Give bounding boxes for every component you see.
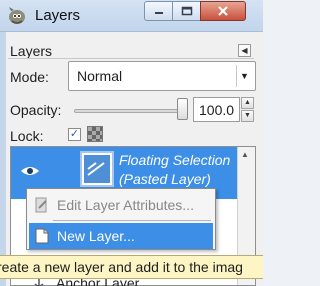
- tooltip-text: reate a new layer and add it to the imag: [0, 259, 243, 275]
- opacity-value: 100.0: [199, 102, 235, 118]
- eye-icon[interactable]: [20, 165, 40, 177]
- anchor-icon: [34, 279, 44, 286]
- maximize-icon: [181, 6, 192, 16]
- layer-thumbnail: [80, 151, 114, 187]
- lock-pixels-checkbox[interactable]: ✓: [68, 128, 81, 141]
- opacity-decrement-button[interactable]: ▼: [241, 110, 254, 122]
- edit-layer-icon: [35, 197, 47, 213]
- gimp-app-icon: [9, 7, 25, 24]
- menu-item-label: New Layer...: [57, 228, 135, 244]
- mode-value: Normal: [77, 68, 123, 84]
- arrow-down-icon: ▼: [244, 112, 251, 119]
- panel-tab-label: Layers: [10, 43, 53, 59]
- minimize-icon: [154, 12, 163, 14]
- opacity-input[interactable]: 100.0: [193, 97, 240, 122]
- menu-item-edit-layer-attributes[interactable]: Edit Layer Attributes...: [29, 192, 213, 218]
- divider: [8, 58, 254, 59]
- maximize-button[interactable]: [172, 1, 201, 21]
- menu-item-new-layer[interactable]: New Layer...: [29, 223, 213, 249]
- opacity-slider-thumb[interactable]: [177, 98, 188, 120]
- new-layer-icon: [35, 228, 49, 244]
- mode-dropdown[interactable]: Normal ▼: [68, 61, 256, 91]
- window-title: Layers: [35, 7, 81, 24]
- layer-context-menu: Edit Layer Attributes... New Layer...: [26, 188, 216, 250]
- tooltip: reate a new layer and add it to the imag: [0, 255, 263, 279]
- close-button[interactable]: [200, 1, 246, 21]
- title-bar: Layers: [0, 0, 263, 32]
- chevron-down-icon: ▼: [236, 65, 252, 87]
- triangle-left-icon: ◀: [241, 46, 248, 55]
- opacity-label: Opacity:: [10, 102, 62, 118]
- scroll-up-icon[interactable]: ▲: [241, 150, 249, 159]
- mode-label: Mode:: [10, 69, 49, 85]
- opacity-slider-track[interactable]: [74, 109, 184, 113]
- opacity-increment-button[interactable]: ▲: [241, 97, 254, 109]
- close-icon: [218, 6, 228, 16]
- minimize-button[interactable]: [144, 1, 173, 21]
- arrow-up-icon: ▲: [244, 99, 251, 106]
- panel-menu-button[interactable]: ◀: [238, 44, 251, 57]
- menu-item-label: Edit Layer Attributes...: [57, 197, 194, 213]
- lock-label: Lock:: [10, 128, 44, 144]
- floating-selection-icon: [84, 155, 110, 183]
- layer-name: Floating Selection (Pasted Layer): [119, 152, 231, 187]
- lock-alpha-checker-icon[interactable]: [87, 126, 103, 142]
- menu-separator: [53, 220, 211, 221]
